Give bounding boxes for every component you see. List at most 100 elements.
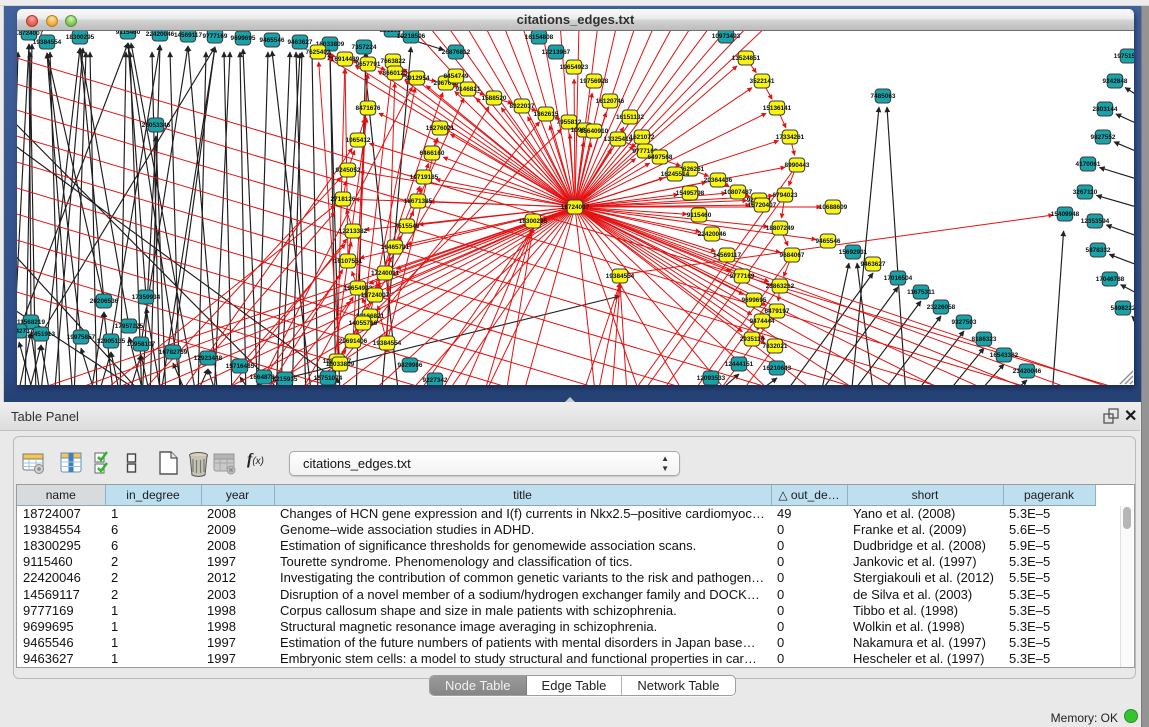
svg-text:9777169: 9777169 bbox=[203, 33, 228, 40]
svg-text:16033809: 16033809 bbox=[326, 361, 355, 368]
svg-text:15692931: 15692931 bbox=[839, 249, 868, 256]
svg-text:8186323: 8186323 bbox=[972, 336, 997, 343]
svg-text:18300295: 18300295 bbox=[519, 218, 548, 225]
svg-text:12905135: 12905135 bbox=[97, 338, 126, 345]
svg-text:2803144: 2803144 bbox=[1093, 106, 1118, 113]
svg-text:9465546: 9465546 bbox=[816, 238, 841, 245]
svg-text:16671385: 16671385 bbox=[404, 198, 433, 205]
svg-text:19384554: 19384554 bbox=[373, 340, 402, 347]
svg-text:15640910: 15640910 bbox=[580, 128, 609, 135]
svg-text:18300295: 18300295 bbox=[66, 34, 95, 41]
svg-text:15276021: 15276021 bbox=[426, 125, 455, 132]
svg-text:9227342: 9227342 bbox=[423, 377, 448, 384]
svg-text:20206536: 20206536 bbox=[90, 298, 119, 305]
svg-text:12093533: 12093533 bbox=[697, 375, 726, 382]
svg-text:10958107: 10958107 bbox=[127, 341, 156, 348]
svg-text:17046788: 17046788 bbox=[1096, 276, 1125, 283]
svg-text:1621072: 1621072 bbox=[630, 134, 655, 141]
svg-text:16543382: 16543382 bbox=[990, 352, 1019, 359]
svg-text:19975857: 19975857 bbox=[67, 334, 96, 341]
svg-text:9115460: 9115460 bbox=[116, 31, 141, 36]
svg-text:9465546: 9465546 bbox=[260, 37, 285, 44]
svg-text:7625402: 7625402 bbox=[306, 49, 331, 56]
svg-text:18807249: 18807249 bbox=[766, 225, 795, 232]
svg-text:9115460: 9115460 bbox=[687, 212, 712, 219]
svg-text:9827552: 9827552 bbox=[1091, 134, 1116, 141]
svg-text:8322037: 8322037 bbox=[510, 103, 535, 110]
svg-text:14569117: 14569117 bbox=[174, 32, 203, 39]
svg-text:23863212: 23863212 bbox=[766, 283, 795, 290]
svg-text:26053346: 26053346 bbox=[142, 122, 171, 129]
svg-text:9657791: 9657791 bbox=[356, 61, 381, 68]
svg-text:19384554: 19384554 bbox=[606, 273, 635, 280]
svg-text:9463627: 9463627 bbox=[288, 39, 313, 46]
svg-text:16154808: 16154808 bbox=[525, 34, 554, 41]
svg-text:15751074: 15751074 bbox=[314, 375, 343, 382]
svg-text:19756928: 19756928 bbox=[580, 78, 609, 85]
svg-text:7832021: 7832021 bbox=[763, 343, 788, 350]
svg-text:16782759: 16782759 bbox=[159, 349, 188, 356]
svg-text:19751515: 19751515 bbox=[1114, 53, 1134, 60]
svg-text:15409948: 15409948 bbox=[1051, 211, 1080, 218]
svg-text:1588520: 1588520 bbox=[482, 95, 507, 102]
svg-text:18724007: 18724007 bbox=[561, 204, 590, 211]
svg-text:12213967: 12213967 bbox=[542, 49, 571, 56]
svg-text:15716485: 15716485 bbox=[226, 363, 255, 370]
svg-text:19384554: 19384554 bbox=[33, 39, 62, 46]
svg-text:3522141: 3522141 bbox=[750, 78, 775, 85]
svg-text:10973493: 10973493 bbox=[712, 33, 741, 40]
svg-text:5498222: 5498222 bbox=[1111, 305, 1134, 312]
svg-text:15136141: 15136141 bbox=[763, 105, 792, 112]
svg-text:9242848: 9242848 bbox=[1103, 78, 1128, 85]
svg-text:9474444: 9474444 bbox=[750, 318, 775, 325]
svg-text:6466160: 6466160 bbox=[420, 150, 445, 157]
svg-text:12213382: 12213382 bbox=[339, 228, 368, 235]
svg-text:11675311: 11675311 bbox=[907, 289, 935, 296]
svg-text:17334261: 17334261 bbox=[776, 134, 805, 141]
svg-text:6794023: 6794023 bbox=[773, 192, 798, 199]
svg-text:9146821: 9146821 bbox=[456, 86, 481, 93]
svg-text:10688609: 10688609 bbox=[819, 204, 848, 211]
svg-text:26876812: 26876812 bbox=[442, 49, 471, 56]
svg-text:8990443: 8990443 bbox=[785, 162, 810, 169]
svg-text:19654923: 19654923 bbox=[560, 64, 589, 71]
svg-text:9684067: 9684067 bbox=[780, 252, 805, 259]
svg-text:7663822: 7663822 bbox=[381, 58, 406, 65]
svg-text:20691406: 20691406 bbox=[339, 338, 368, 345]
svg-text:17016504: 17016504 bbox=[884, 275, 913, 282]
svg-text:7357224: 7357224 bbox=[352, 44, 377, 51]
svg-text:9245052: 9245052 bbox=[336, 167, 361, 174]
svg-text:17240011: 17240011 bbox=[371, 270, 400, 277]
svg-text:18724007: 18724007 bbox=[361, 292, 390, 299]
svg-text:9327503: 9327503 bbox=[952, 319, 977, 326]
svg-text:16107551: 16107551 bbox=[334, 258, 363, 265]
svg-text:20364436: 20364436 bbox=[704, 177, 733, 184]
svg-text:8471676: 8471676 bbox=[356, 105, 381, 112]
svg-text:22420046: 22420046 bbox=[698, 231, 727, 238]
svg-text:12444151: 12444151 bbox=[725, 361, 754, 368]
svg-text:16245514: 16245514 bbox=[661, 171, 690, 178]
svg-text:3912954: 3912954 bbox=[405, 75, 430, 82]
svg-text:13524851: 13524851 bbox=[732, 55, 761, 62]
svg-text:14569117: 14569117 bbox=[713, 252, 742, 259]
svg-text:2718126: 2718126 bbox=[331, 196, 356, 203]
svg-text:8454749: 8454749 bbox=[444, 73, 469, 80]
svg-text:9699695: 9699695 bbox=[231, 35, 256, 42]
svg-text:12353594: 12353594 bbox=[1081, 218, 1110, 225]
svg-text:2935114: 2935114 bbox=[740, 336, 765, 343]
svg-text:12923448: 12923448 bbox=[194, 355, 223, 362]
svg-text:1065412: 1065412 bbox=[346, 137, 371, 144]
svg-text:22420046: 22420046 bbox=[146, 31, 175, 38]
svg-text:14055716: 14055716 bbox=[349, 320, 378, 327]
svg-text:11451913: 11451913 bbox=[27, 331, 56, 338]
svg-text:9329966: 9329966 bbox=[398, 362, 423, 369]
svg-text:15720407: 15720407 bbox=[748, 202, 777, 209]
svg-text:15495798: 15495798 bbox=[676, 190, 705, 197]
svg-text:17359934: 17359934 bbox=[132, 294, 161, 301]
svg-text:4170061: 4170061 bbox=[1076, 161, 1101, 168]
svg-text:9463627: 9463627 bbox=[861, 261, 886, 268]
svg-text:19218506: 19218506 bbox=[397, 33, 426, 40]
svg-text:13325419: 13325419 bbox=[604, 136, 633, 143]
svg-text:7515546: 7515546 bbox=[395, 223, 420, 230]
svg-text:5878332: 5878332 bbox=[1086, 247, 1111, 254]
